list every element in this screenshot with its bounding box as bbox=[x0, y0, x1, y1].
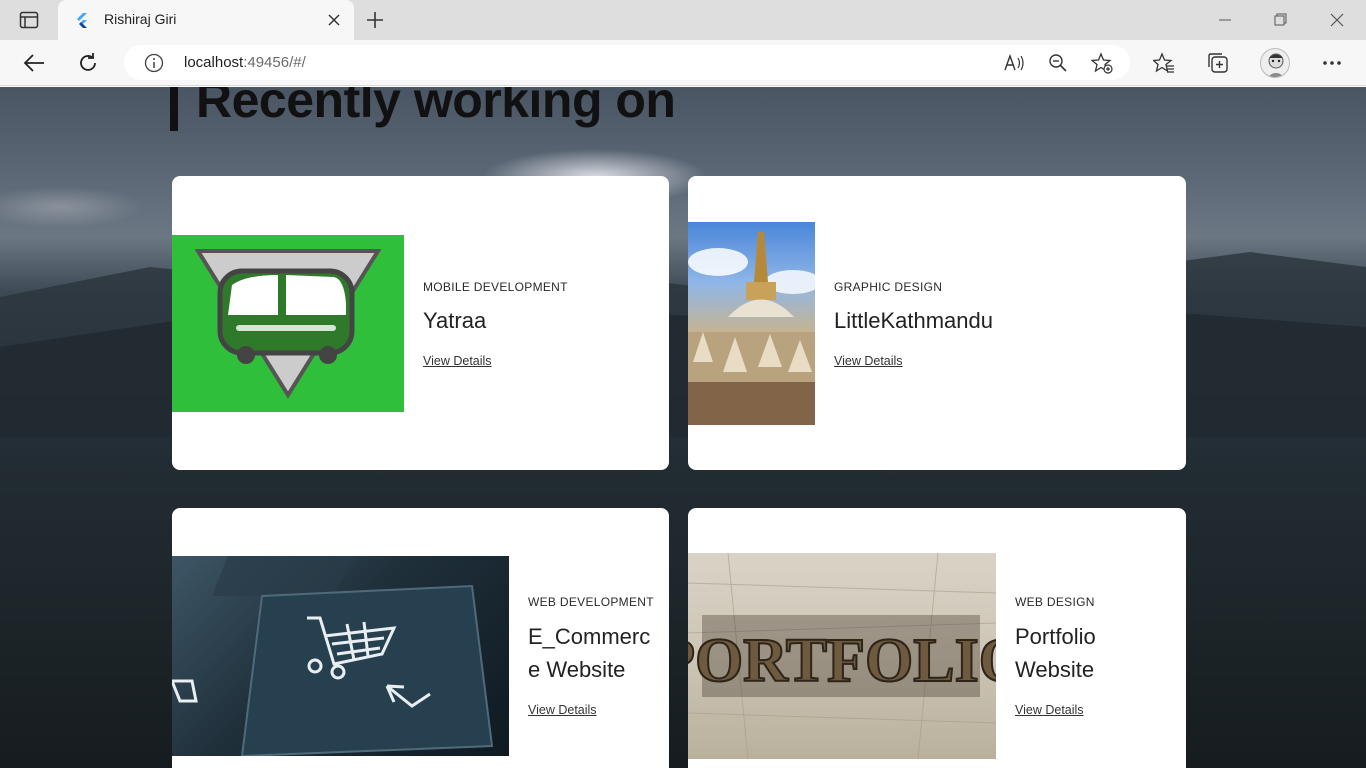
project-category: MOBILE DEVELOPMENT bbox=[423, 280, 568, 294]
project-title: E_Commerc e Website bbox=[528, 624, 651, 682]
view-details-link[interactable]: View Details bbox=[1015, 703, 1084, 717]
read-aloud-icon[interactable] bbox=[1002, 51, 1026, 75]
tab-actions-icon[interactable] bbox=[14, 8, 44, 32]
url-text[interactable]: localhost:49456/#/ bbox=[184, 54, 306, 71]
view-details-link[interactable]: View Details bbox=[834, 354, 903, 368]
close-tab-icon[interactable] bbox=[326, 12, 342, 28]
back-icon[interactable] bbox=[18, 48, 50, 78]
keyboard-cart-image bbox=[172, 556, 509, 756]
add-favorite-icon[interactable] bbox=[1090, 51, 1114, 75]
project-category: WEB DESIGN bbox=[1015, 595, 1095, 609]
refresh-icon[interactable] bbox=[72, 48, 104, 78]
project-card-littlekathmandu[interactable]: GRAPHIC DESIGN LittleKathmandu View Deta… bbox=[688, 176, 1186, 470]
stupa-photo-image bbox=[688, 222, 815, 425]
zoom-out-icon[interactable] bbox=[1046, 51, 1070, 75]
project-card-yatraa[interactable]: MOBILE DEVELOPMENT Yatraa View Details bbox=[172, 176, 669, 470]
project-title: LittleKathmandu bbox=[834, 308, 993, 333]
view-details-link[interactable]: View Details bbox=[423, 354, 492, 368]
view-details-link[interactable]: View Details bbox=[528, 703, 597, 717]
close-window-icon[interactable] bbox=[1322, 8, 1352, 32]
flutter-favicon-icon bbox=[77, 13, 87, 28]
yatraa-logo-image bbox=[172, 235, 404, 412]
page-viewport: Recently working on MOBILE DEVELOPMENT Y… bbox=[0, 87, 1366, 768]
restore-icon[interactable] bbox=[1266, 8, 1296, 32]
collections-icon[interactable] bbox=[1202, 48, 1234, 78]
new-tab-icon[interactable] bbox=[362, 8, 388, 32]
portfolio-letterpress-image: PORTFOLIO bbox=[688, 553, 996, 759]
project-title: Yatraa bbox=[423, 308, 487, 333]
heading-accent-bar bbox=[170, 87, 178, 131]
project-card-portfolio[interactable]: PORTFOLIO WEB DESIGN Portfolio Website V… bbox=[688, 508, 1186, 768]
browser-tab-active[interactable]: Rishiraj Giri bbox=[58, 0, 354, 40]
browser-tabstrip: Rishiraj Giri bbox=[0, 0, 1366, 40]
address-bar[interactable]: localhost:49456/#/ bbox=[124, 45, 1130, 80]
profile-avatar[interactable] bbox=[1260, 48, 1290, 78]
more-options-icon[interactable] bbox=[1316, 48, 1348, 78]
tab-title: Rishiraj Giri bbox=[104, 11, 177, 27]
project-title: Portfolio Website bbox=[1015, 624, 1096, 682]
site-info-icon[interactable] bbox=[144, 53, 164, 73]
minimize-icon[interactable] bbox=[1210, 8, 1240, 32]
favorites-icon[interactable] bbox=[1148, 48, 1180, 78]
project-category: GRAPHIC DESIGN bbox=[834, 280, 943, 294]
section-heading: Recently working on bbox=[170, 87, 676, 131]
section-title: Recently working on bbox=[196, 87, 676, 128]
portfolio-logo-text: PORTFOLIO bbox=[688, 627, 996, 695]
browser-toolbar: localhost:49456/#/ bbox=[0, 40, 1366, 86]
project-category: WEB DEVELOPMENT bbox=[528, 595, 654, 609]
project-card-ecommerce[interactable]: WEB DEVELOPMENT E_Commerc e Website View… bbox=[172, 508, 669, 768]
